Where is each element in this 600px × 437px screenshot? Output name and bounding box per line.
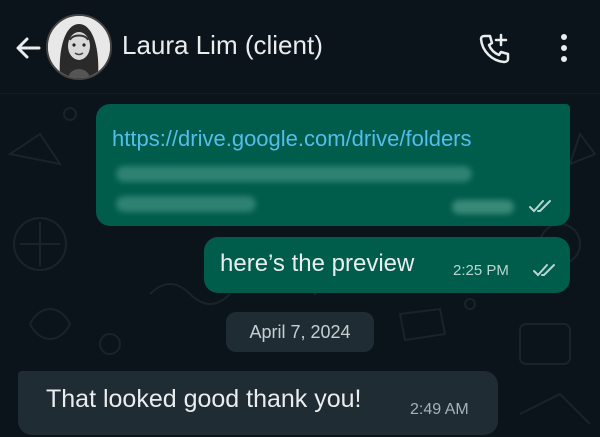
outgoing-link-message[interactable]: https://drive.google.com/drive/folders bbox=[96, 104, 570, 226]
contact-name[interactable]: Laura Lim (client) bbox=[122, 30, 323, 61]
redacted-link-line bbox=[116, 196, 256, 212]
redacted-timestamp bbox=[452, 200, 514, 214]
back-button[interactable] bbox=[10, 30, 46, 66]
more-vert-icon-dot bbox=[561, 45, 567, 51]
chat-area[interactable]: https://drive.google.com/drive/folders h… bbox=[0, 94, 600, 437]
outgoing-message[interactable]: here’s the preview 2:25 PM bbox=[204, 237, 570, 293]
message-time: 2:49 AM bbox=[410, 401, 469, 418]
more-vert-icon-dot bbox=[561, 34, 567, 40]
redacted-link-line bbox=[116, 166, 472, 182]
add-call-button[interactable] bbox=[474, 28, 514, 68]
date-separator: April 7, 2024 bbox=[226, 312, 374, 352]
message-text: here’s the preview bbox=[220, 250, 415, 277]
avatar[interactable] bbox=[46, 14, 112, 80]
avatar-portrait-icon bbox=[48, 16, 110, 78]
more-vert-icon-dot bbox=[561, 56, 567, 62]
message-time: 2:25 PM bbox=[453, 262, 509, 279]
read-check-icon bbox=[529, 200, 551, 213]
add-call-icon bbox=[479, 33, 510, 64]
incoming-message[interactable]: That looked good thank you! 2:49 AM bbox=[18, 371, 498, 435]
message-text: That looked good thank you! bbox=[46, 385, 362, 413]
more-options-button[interactable] bbox=[546, 28, 582, 68]
read-check-icon bbox=[533, 264, 555, 277]
chat-header: Laura Lim (client) bbox=[0, 0, 600, 94]
back-arrow-icon bbox=[16, 37, 41, 59]
message-link[interactable]: https://drive.google.com/drive/folders bbox=[112, 126, 472, 152]
